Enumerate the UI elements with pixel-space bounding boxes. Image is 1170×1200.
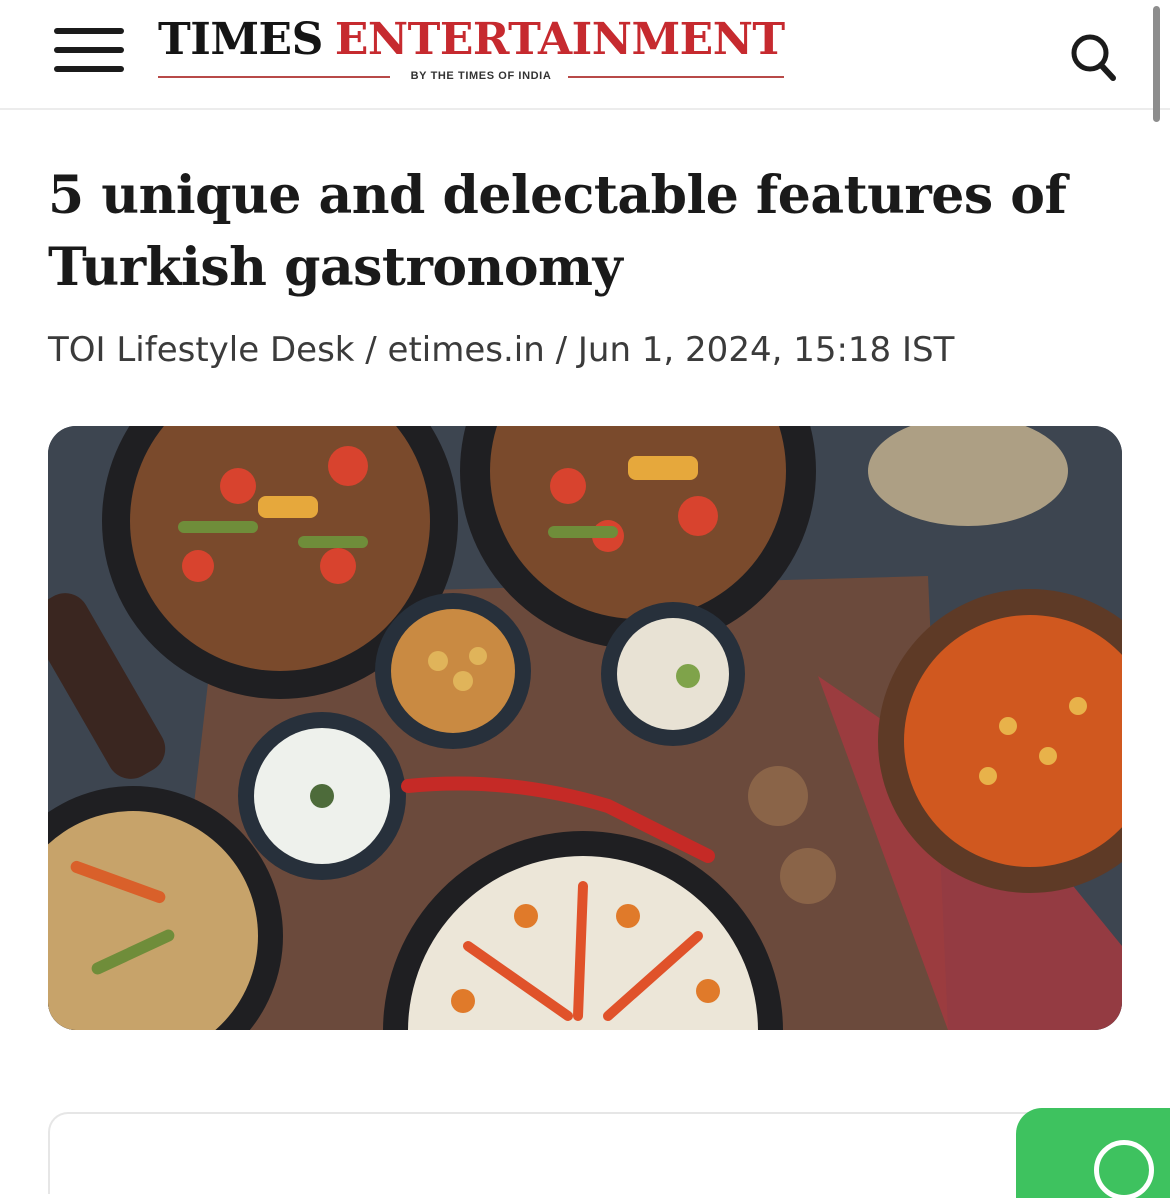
- page-scrollbar[interactable]: [1153, 6, 1160, 122]
- content-card: [48, 1112, 1126, 1194]
- site-header: TIMES ENTERTAINMENT BY THE TIMES OF INDIA: [0, 0, 1170, 110]
- whatsapp-icon: [1094, 1140, 1154, 1200]
- menu-bar: [54, 28, 124, 34]
- whatsapp-share-button[interactable]: [1016, 1108, 1170, 1200]
- hamburger-menu-icon[interactable]: [54, 28, 124, 74]
- logo-times-text: TIMES: [158, 14, 323, 65]
- logo-tagline: BY THE TIMES OF INDIA: [410, 70, 552, 82]
- menu-bar: [54, 47, 124, 53]
- logo-rule-right: [568, 76, 784, 78]
- site-logo[interactable]: TIMES ENTERTAINMENT BY THE TIMES OF INDIA: [158, 14, 786, 86]
- logo-wordmark: TIMES ENTERTAINMENT: [158, 14, 785, 66]
- menu-bar: [54, 66, 124, 72]
- article-byline: TOI Lifestyle Desk / etimes.in / Jun 1, …: [48, 330, 955, 370]
- search-icon[interactable]: [1066, 30, 1120, 84]
- article-title: 5 unique and delectable features of Turk…: [48, 165, 1067, 298]
- logo-rule-left: [158, 76, 390, 78]
- article-hero-image[interactable]: [48, 426, 1122, 1030]
- logo-entertainment-text: ENTERTAINMENT: [334, 14, 785, 65]
